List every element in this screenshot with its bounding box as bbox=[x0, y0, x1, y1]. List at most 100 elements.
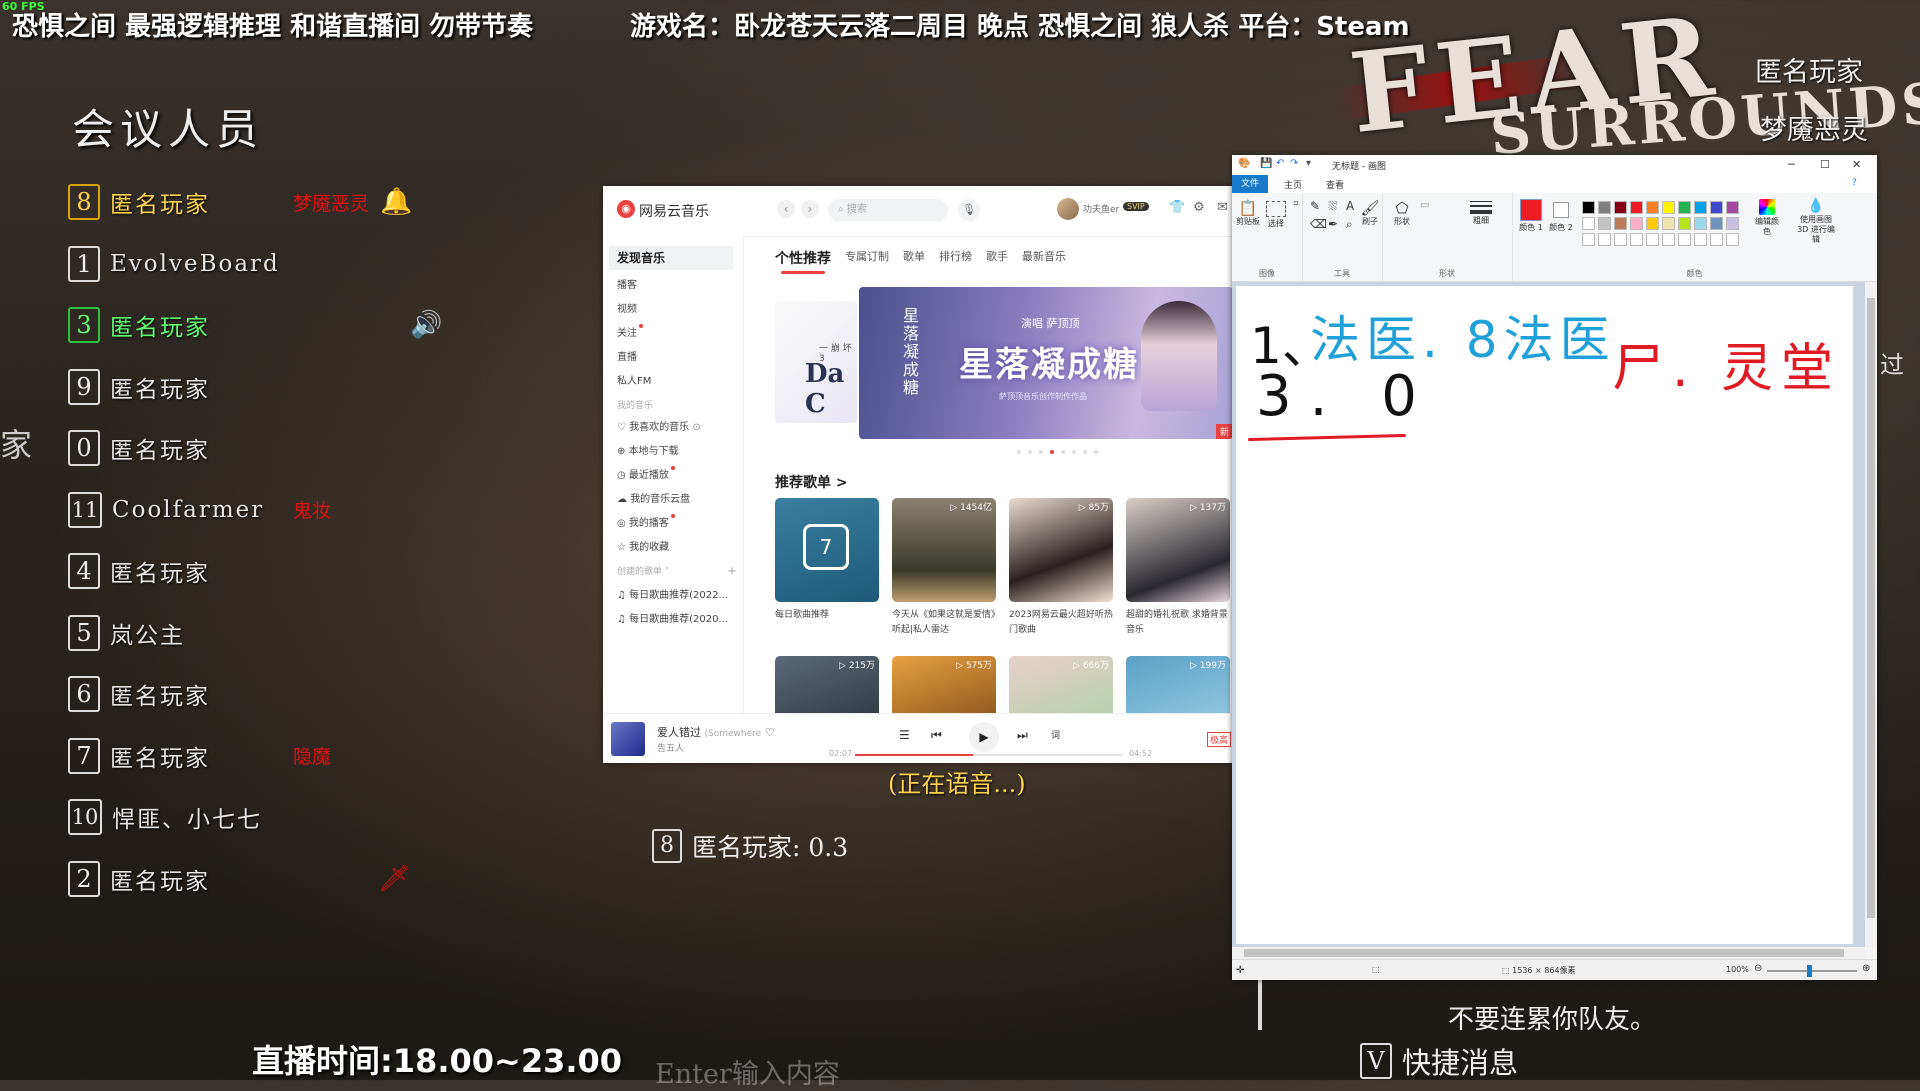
lyrics-button[interactable]: 词 bbox=[1051, 728, 1060, 741]
color-swatch[interactable] bbox=[1614, 201, 1627, 214]
color-swatch[interactable] bbox=[1646, 201, 1659, 214]
playlist-caption[interactable]: 今天从《如果这就是爱情》听起|私人雷达 bbox=[892, 608, 996, 638]
color-swatch[interactable] bbox=[1582, 217, 1595, 230]
zoom-in-icon[interactable]: ⊕ bbox=[1862, 963, 1870, 974]
brush-button[interactable]: 🖌 刷子 bbox=[1358, 199, 1382, 227]
menu-file[interactable]: 文件 bbox=[1232, 175, 1268, 193]
color-swatch[interactable] bbox=[1726, 217, 1739, 230]
drawing-canvas[interactable]: 1、 法医. 8法医 3. 0 尸. 灵堂 bbox=[1236, 286, 1853, 944]
custom-color-swatch[interactable] bbox=[1710, 233, 1723, 246]
color-swatch[interactable] bbox=[1726, 201, 1739, 214]
paint3d-button[interactable]: 💧 使用画图 3D 进行编辑 bbox=[1794, 197, 1838, 245]
eraser-icon[interactable]: ⌫ bbox=[1310, 218, 1327, 230]
playlist-cover[interactable]: ▷ 1454亿 bbox=[892, 498, 996, 602]
color-swatch[interactable] bbox=[1678, 201, 1691, 214]
progress-bar[interactable] bbox=[855, 754, 1123, 756]
custom-color-swatch[interactable] bbox=[1582, 233, 1595, 246]
tab-charts[interactable]: 排行榜 bbox=[939, 248, 972, 268]
color-swatch[interactable] bbox=[1582, 201, 1595, 214]
color-swatch[interactable] bbox=[1710, 201, 1723, 214]
color-swatch[interactable] bbox=[1662, 217, 1675, 230]
playlist-card[interactable]: ▷ 137万 超甜的婚礼祝歌 求婚背景音乐 bbox=[1126, 498, 1230, 638]
minimize-button[interactable]: ─ bbox=[1788, 158, 1795, 171]
tab-recommend[interactable]: 个性推荐 bbox=[775, 248, 831, 274]
fill-icon[interactable]: ⛆ bbox=[1328, 200, 1338, 212]
heartbeat-icon[interactable]: ⊙ bbox=[692, 422, 700, 433]
help-icon[interactable]: ? bbox=[1852, 178, 1857, 188]
zoom-slider[interactable] bbox=[1767, 965, 1857, 977]
scroll-thumb[interactable] bbox=[1244, 949, 1844, 957]
tab-playlists[interactable]: 歌单 bbox=[903, 248, 925, 268]
color-swatch[interactable] bbox=[1630, 217, 1643, 230]
quick-message[interactable]: V 快捷消息 bbox=[1360, 1040, 1518, 1082]
quick-access-dropdown-icon[interactable]: ▾ bbox=[1306, 158, 1311, 169]
mail-icon[interactable]: ✉ bbox=[1217, 200, 1228, 215]
color1-button[interactable]: 颜色 1 bbox=[1518, 197, 1544, 233]
dot[interactable] bbox=[1028, 450, 1032, 454]
redo-icon[interactable]: ↷ bbox=[1290, 158, 1298, 169]
sidebar-item-collect[interactable]: ☆ 我的收藏 bbox=[617, 538, 669, 553]
custom-color-swatch[interactable] bbox=[1646, 233, 1659, 246]
color-swatch[interactable] bbox=[1614, 217, 1627, 230]
banner-dots[interactable] bbox=[1017, 450, 1098, 454]
color-swatch[interactable] bbox=[1694, 217, 1707, 230]
sidebar-item-recent[interactable]: ◷ 最近播放 bbox=[617, 466, 675, 481]
artist-name[interactable]: 告五人 bbox=[657, 741, 684, 754]
edit-colors-button[interactable]: 编辑颜色 bbox=[1752, 197, 1782, 237]
add-playlist-icon[interactable]: + bbox=[727, 564, 737, 578]
forward-button[interactable]: › bbox=[801, 200, 819, 218]
playlist-card[interactable]: ▷ 85万 2023网易云最火超好听热门歌曲 bbox=[1009, 498, 1113, 638]
select-button[interactable]: 选择 bbox=[1264, 199, 1288, 229]
color-swatch[interactable] bbox=[1630, 201, 1643, 214]
user-name[interactable]: 功夫鱼er bbox=[1083, 202, 1119, 215]
menu-home[interactable]: 主页 bbox=[1284, 178, 1302, 191]
sidebar-item-podcast[interactable]: 播客 bbox=[617, 276, 637, 291]
music-window[interactable]: ◉ 网易云音乐 ‹ › ⌕ 搜索 🎙 功夫鱼er SVIP 👕 ⚙ ✉ 发现音乐… bbox=[603, 186, 1233, 763]
dot-active[interactable] bbox=[1050, 450, 1054, 454]
maximize-button[interactable]: ☐ bbox=[1820, 158, 1830, 171]
custom-color-swatch[interactable] bbox=[1678, 233, 1691, 246]
scroll-thumb[interactable] bbox=[1867, 298, 1875, 918]
sidebar-item-follow[interactable]: 关注 bbox=[617, 324, 643, 339]
custom-color-swatch[interactable] bbox=[1726, 233, 1739, 246]
section-title[interactable]: 推荐歌单 > bbox=[775, 472, 848, 492]
zoom-slider-knob[interactable] bbox=[1807, 965, 1812, 977]
vertical-scrollbar[interactable] bbox=[1865, 282, 1877, 947]
color-swatch[interactable] bbox=[1678, 217, 1691, 230]
quality-badge[interactable]: 极高 bbox=[1206, 732, 1231, 747]
undo-icon[interactable]: ↶ bbox=[1276, 158, 1284, 169]
tab-custom[interactable]: 专属订制 bbox=[845, 248, 889, 268]
outline-icon[interactable]: ▭ bbox=[1420, 201, 1429, 211]
playlist-caption[interactable]: 超甜的婚礼祝歌 求婚背景音乐 bbox=[1126, 608, 1230, 638]
dot[interactable] bbox=[1094, 450, 1098, 454]
sidebar-item-cloud[interactable]: ☁ 我的音乐云盘 bbox=[617, 490, 690, 505]
playlist-mode-icon[interactable]: ☰ bbox=[899, 728, 910, 742]
picker-icon[interactable]: ✒ bbox=[1328, 218, 1338, 230]
banner-main[interactable]: 星落凝成糖 演唱 萨顶顶 星落凝成糖 萨顶顶音乐创作制作作品 新 bbox=[859, 287, 1233, 439]
sidebar-item-local[interactable]: ⊕ 本地与下载 bbox=[617, 442, 679, 457]
playlist-caption[interactable]: 每日歌曲推荐 bbox=[775, 608, 879, 638]
dot[interactable] bbox=[1061, 450, 1065, 454]
dot[interactable] bbox=[1017, 450, 1021, 454]
chat-input[interactable]: Enter输入内容 bbox=[655, 1052, 840, 1091]
dot[interactable] bbox=[1072, 450, 1076, 454]
album-thumb[interactable] bbox=[611, 722, 645, 756]
sidebar-item-live[interactable]: 直播 bbox=[617, 348, 637, 363]
color-swatch[interactable] bbox=[1694, 201, 1707, 214]
playlist-caption[interactable]: 2023网易云最火超好听热门歌曲 bbox=[1009, 608, 1113, 638]
color2-button[interactable]: 颜色 2 bbox=[1548, 197, 1574, 233]
sidebar-playlist-1[interactable]: ♫ 每日歌曲推荐(2022... bbox=[617, 586, 728, 601]
text-icon[interactable]: A bbox=[1346, 200, 1354, 212]
color-swatch[interactable] bbox=[1710, 217, 1723, 230]
zoom-out-icon[interactable]: ⊖ bbox=[1754, 963, 1762, 974]
back-button[interactable]: ‹ bbox=[777, 200, 795, 218]
sidebar-item-liked[interactable]: ♡ 我喜欢的音乐 ⊙ bbox=[617, 418, 701, 433]
custom-color-swatch[interactable] bbox=[1662, 233, 1675, 246]
crop-icon[interactable]: ⌗ bbox=[1290, 199, 1302, 209]
play-button[interactable]: ▶ bbox=[969, 722, 999, 752]
horizontal-scrollbar[interactable] bbox=[1232, 947, 1865, 959]
song-title[interactable]: 爱人错过 (Somewhere ♡ bbox=[657, 724, 775, 740]
custom-color-swatch[interactable] bbox=[1614, 233, 1627, 246]
like-icon[interactable]: ♡ bbox=[765, 726, 775, 739]
color-swatch[interactable] bbox=[1598, 217, 1611, 230]
